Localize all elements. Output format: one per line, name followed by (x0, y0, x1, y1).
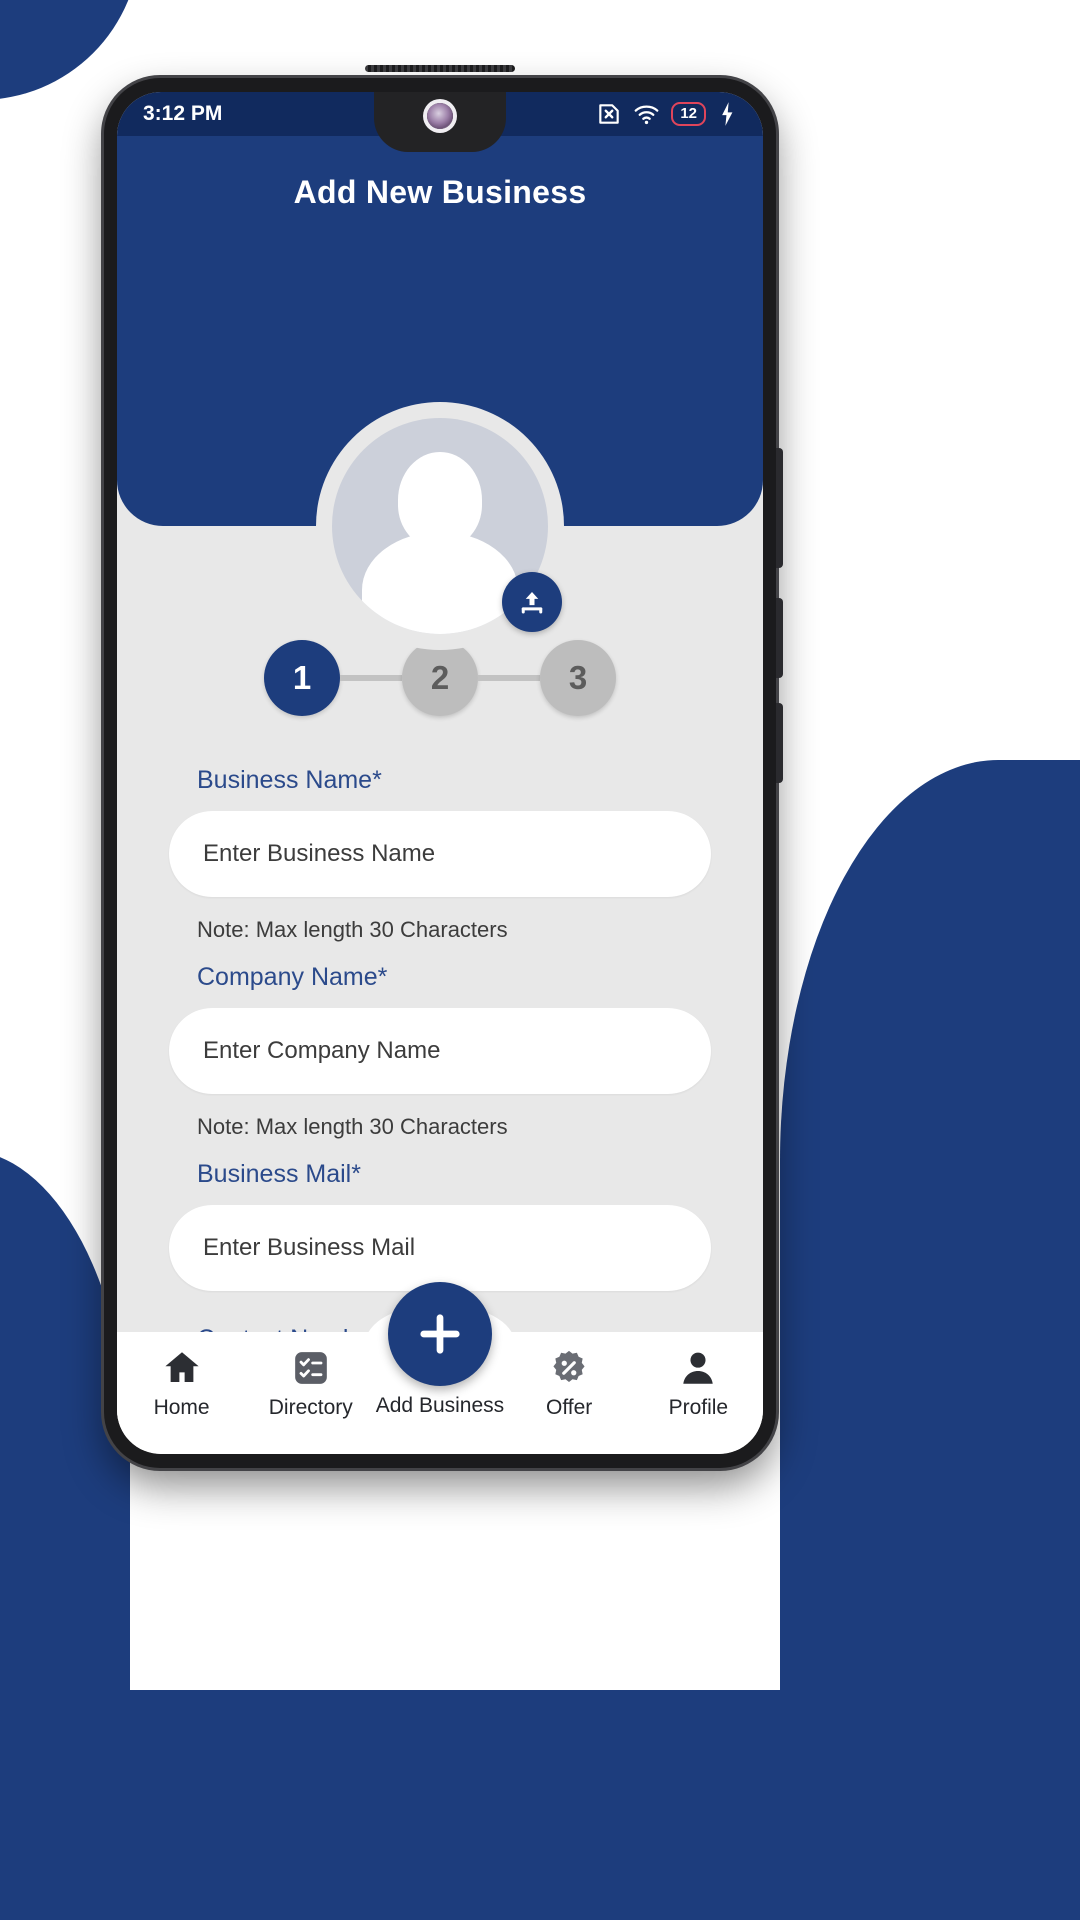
add-business-fab[interactable] (387, 1282, 492, 1386)
stepper-step-3[interactable]: 3 (540, 640, 616, 716)
nav-item-profile-label: Profile (668, 1396, 729, 1419)
company-name-label: Company Name* (197, 963, 388, 991)
offer-badge-icon (505, 1344, 634, 1392)
business-name-note: Note: Max length 30 Characters (197, 917, 508, 942)
plus-icon (420, 1314, 460, 1354)
decorative-band-bottom (0, 1690, 1080, 1920)
volume-down-button[interactable] (776, 598, 783, 678)
wifi-icon (634, 104, 659, 124)
power-button[interactable] (776, 703, 783, 783)
status-icons: 12 (596, 101, 737, 128)
front-camera-icon (427, 103, 453, 129)
person-icon (634, 1344, 763, 1392)
nav-item-add-business-label: Add Business (375, 1394, 505, 1417)
stepper-step-1[interactable]: 1 (264, 640, 340, 716)
upload-photo-button[interactable] (502, 572, 562, 632)
field-business-mail: Business Mail* (169, 1160, 711, 1291)
business-mail-input[interactable] (169, 1205, 711, 1291)
battery-level-label: 12 (680, 105, 697, 122)
field-business-name: Business Name* Note: Max length 30 Chara… (169, 766, 711, 943)
screen-notch (374, 92, 506, 152)
person-body-shape (362, 532, 518, 634)
business-name-input[interactable] (169, 811, 711, 897)
business-mail-label: Business Mail* (197, 1160, 361, 1188)
page-background: 3:12 PM 12 Add New Business 1 2 3 Busine… (0, 0, 1080, 1920)
stepper-step-2[interactable]: 2 (402, 640, 478, 716)
nav-item-offer[interactable]: Offer (505, 1344, 634, 1420)
business-name-label: Business Name* (197, 766, 382, 794)
upload-icon (521, 592, 543, 614)
stepper-connector-2 (478, 675, 540, 681)
avatar (316, 402, 564, 650)
stepper-connector-1 (340, 675, 402, 681)
status-time: 3:12 PM (143, 102, 223, 125)
company-name-note: Note: Max length 30 Characters (197, 1114, 508, 1139)
battery-icon: 12 (671, 102, 706, 126)
nav-item-home-label: Home (153, 1396, 210, 1419)
phone-mockup: 3:12 PM 12 Add New Business 1 2 3 Busine… (104, 65, 783, 1468)
home-icon (117, 1344, 246, 1392)
stepper-step-2-label: 2 (430, 659, 450, 696)
nav-item-directory-label: Directory (268, 1396, 353, 1419)
company-name-input[interactable] (169, 1008, 711, 1094)
stepper-step-3-label: 3 (568, 659, 588, 696)
bottom-navigation-bar: Home Directory Add Business Offer Profil… (117, 1282, 763, 1454)
charging-bolt-icon (722, 102, 733, 126)
volume-up-button[interactable] (776, 448, 783, 568)
directory-checklist-icon (246, 1344, 375, 1392)
stepper-step-1-label: 1 (292, 659, 312, 696)
no-sim-icon (599, 104, 620, 124)
nav-item-home[interactable]: Home (117, 1344, 246, 1420)
nav-item-directory[interactable]: Directory (246, 1344, 375, 1420)
nav-item-offer-label: Offer (546, 1396, 593, 1419)
field-company-name: Company Name* Note: Max length 30 Charac… (169, 963, 711, 1140)
nav-item-add-business[interactable]: Add Business (364, 1282, 515, 1418)
decorative-blob-top-left (0, 0, 140, 100)
nav-item-profile[interactable]: Profile (634, 1344, 763, 1420)
phone-screen: 3:12 PM 12 Add New Business 1 2 3 Busine… (117, 92, 763, 1454)
earpiece-speaker (365, 65, 515, 72)
